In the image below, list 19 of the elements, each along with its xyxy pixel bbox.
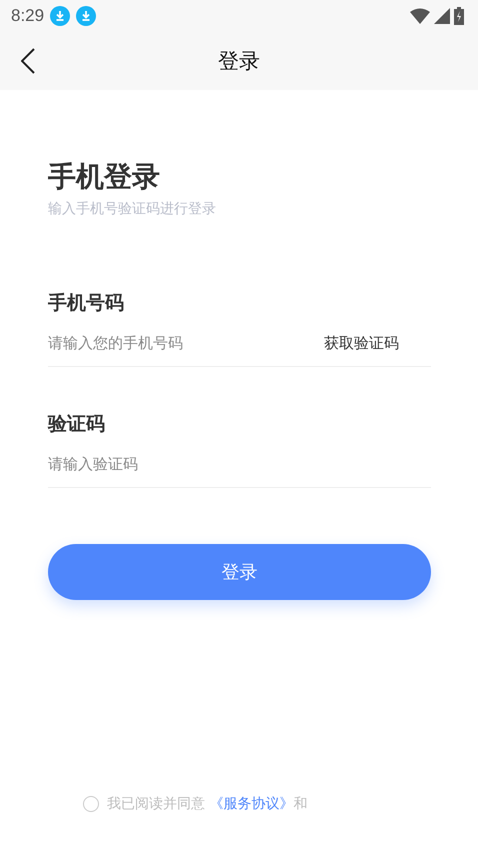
battery-icon <box>454 7 464 25</box>
agreement-text: 我已阅读并同意 《服务协议》和 <box>107 795 308 813</box>
wifi-icon <box>410 8 430 24</box>
page-title: 登录 <box>218 48 260 75</box>
back-icon[interactable] <box>21 48 35 74</box>
download-icon <box>76 6 96 26</box>
status-time: 8:29 <box>11 6 44 26</box>
get-code-button[interactable]: 获取验证码 <box>324 334 399 352</box>
signal-icon <box>434 8 450 24</box>
service-agreement-link[interactable]: 《服务协议》 <box>209 796 294 812</box>
input-field[interactable]: 请输入验证码 <box>48 455 431 473</box>
agreement-checkbox[interactable] <box>83 796 99 812</box>
input-field[interactable]: 请输入您的手机号码 <box>48 334 324 352</box>
download-icon <box>50 6 70 26</box>
login-heading: 手机登录 <box>48 160 161 194</box>
login-button[interactable]: 登录 <box>48 544 431 600</box>
login-subtitle: 输入手机号验证码进行登录 <box>48 200 217 218</box>
field-label: 验证码 <box>48 412 106 437</box>
field-label: 手机号码 <box>48 291 125 316</box>
